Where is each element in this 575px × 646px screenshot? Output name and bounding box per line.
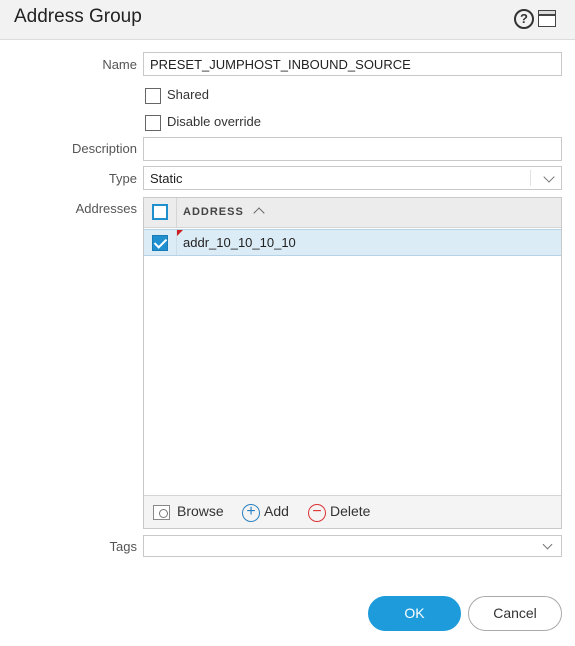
type-select[interactable]: Static (143, 166, 562, 190)
type-label: Type (108, 171, 137, 186)
type-select-value: Static (150, 171, 183, 186)
help-icon[interactable]: ? (514, 9, 534, 29)
sort-ascending-icon[interactable] (253, 207, 265, 219)
add-icon[interactable]: + (242, 504, 260, 522)
browse-icon[interactable] (153, 505, 170, 520)
addresses-grid: ADDRESS addr_10_10_10_10 Browse + Add − … (143, 197, 562, 529)
browse-button[interactable]: Browse (177, 503, 224, 519)
table-row[interactable]: addr_10_10_10_10 (144, 229, 561, 256)
name-input[interactable]: PRESET_JUMPHOST_INBOUND_SOURCE (143, 52, 562, 76)
column-divider (176, 198, 177, 228)
tags-label: Tags (109, 539, 137, 554)
ok-button[interactable]: OK (368, 596, 461, 631)
shared-checkbox[interactable] (145, 88, 161, 104)
delete-icon[interactable]: − (308, 504, 326, 522)
chevron-down-icon[interactable] (542, 539, 553, 550)
address-cell: addr_10_10_10_10 (183, 235, 296, 250)
grid-toolbar: Browse + Add − Delete (144, 495, 561, 528)
addresses-label: Addresses (75, 201, 137, 216)
dialog-title: Address Group (14, 6, 142, 27)
description-input[interactable] (143, 137, 562, 161)
address-column-header[interactable]: ADDRESS (183, 206, 244, 218)
select-divider (530, 170, 531, 186)
name-label: Name (102, 57, 137, 72)
grid-header: ADDRESS (144, 198, 561, 228)
tags-select[interactable] (143, 535, 562, 557)
delete-button[interactable]: Delete (330, 503, 370, 519)
add-button[interactable]: Add (264, 503, 289, 519)
dialog-titlebar: Address Group ? (0, 0, 575, 40)
shared-label: Shared (167, 87, 209, 102)
select-all-checkbox[interactable] (152, 204, 168, 220)
row-checkbox[interactable] (152, 235, 168, 251)
disable-override-checkbox[interactable] (145, 115, 161, 131)
description-label: Description (71, 141, 137, 156)
window-icon[interactable] (538, 10, 556, 27)
disable-override-label: Disable override (167, 114, 261, 129)
chevron-down-icon[interactable] (543, 171, 555, 183)
cancel-button[interactable]: Cancel (468, 596, 562, 631)
